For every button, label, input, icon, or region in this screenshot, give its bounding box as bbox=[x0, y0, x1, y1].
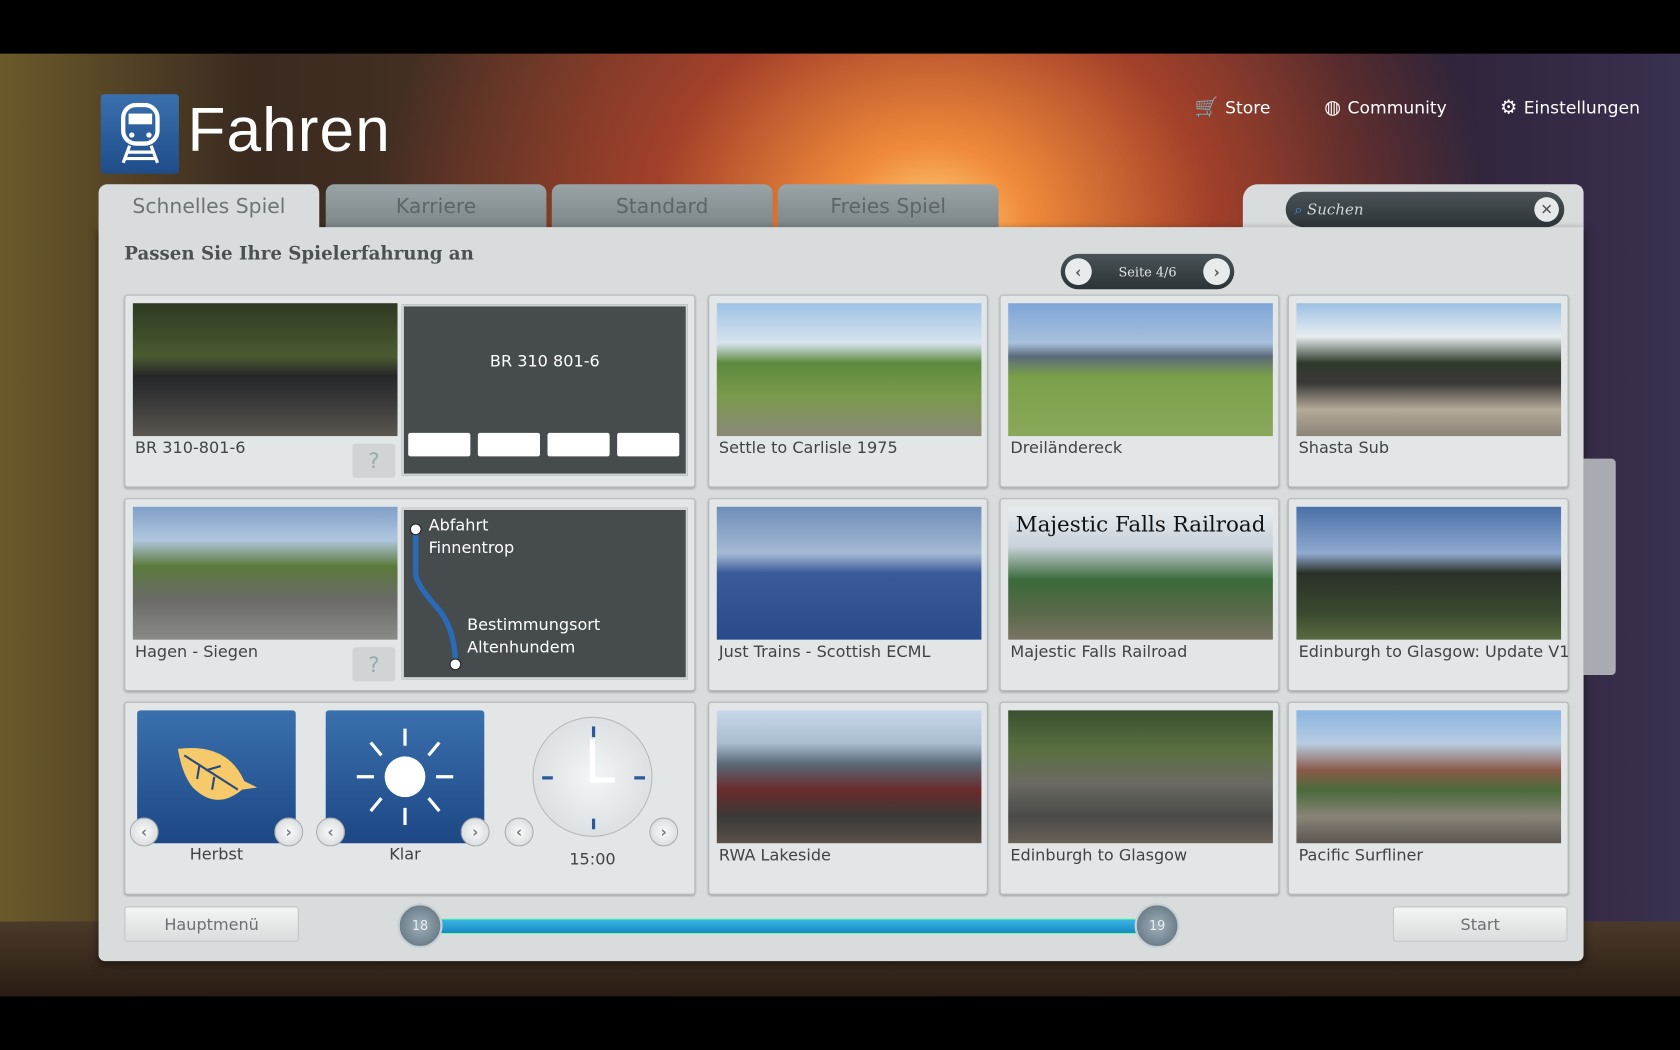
route-thumbnail bbox=[1008, 303, 1273, 437]
route-map-panel: Abfahrt Finnentrop Bestimmungsort Altenhun… bbox=[401, 507, 688, 680]
help-button[interactable]: ? bbox=[352, 647, 396, 682]
route-thumbnail bbox=[716, 710, 982, 844]
route-thumbnail bbox=[1296, 303, 1562, 437]
pager: ‹ Seite 4/6 › bbox=[1060, 253, 1235, 290]
route-thumbnail bbox=[716, 506, 982, 640]
route-title: Dreiländereck bbox=[1010, 438, 1123, 458]
slider-min-knob[interactable]: 18 bbox=[397, 903, 443, 949]
thumbnail-banner-text: Majestic Falls Railroad bbox=[1015, 511, 1266, 537]
departure-station: Finnentrop bbox=[428, 537, 515, 558]
route-thumbnail: Majestic Falls Railroad bbox=[1008, 506, 1273, 640]
route-name: Hagen - Siegen bbox=[135, 641, 259, 662]
route-thumbnail bbox=[1008, 710, 1273, 844]
route-card[interactable]: Edinburgh to Glasgow: Update V1 bbox=[1287, 498, 1570, 692]
wagon-icon bbox=[617, 432, 680, 457]
prev-time-button[interactable]: ‹ bbox=[504, 817, 534, 847]
sun-icon bbox=[356, 728, 454, 826]
route-card[interactable]: Majestic Falls Railroad Majestic Falls Ra… bbox=[999, 498, 1280, 692]
route-card[interactable]: Pacific Surfliner bbox=[1287, 701, 1569, 895]
time-label: 15:00 bbox=[569, 849, 616, 869]
consist-panel: BR 310 801-6 bbox=[401, 304, 688, 476]
search-icon: ⌕ bbox=[1294, 200, 1303, 219]
leaf-icon bbox=[177, 748, 258, 800]
route-thumbnail bbox=[132, 506, 398, 640]
consist-title: BR 310 801-6 bbox=[489, 351, 600, 371]
next-time-button[interactable]: › bbox=[649, 817, 679, 847]
weather-tile bbox=[325, 710, 485, 844]
tab-standard[interactable]: Standard bbox=[551, 184, 773, 229]
route-title: Pacific Surfliner bbox=[1298, 845, 1424, 865]
prev-page-button[interactable]: ‹ bbox=[1065, 258, 1092, 286]
next-season-button[interactable]: › bbox=[274, 817, 304, 847]
store-label: Store bbox=[1225, 97, 1271, 118]
main-menu-button[interactable]: Hauptmenü bbox=[124, 906, 299, 942]
clear-search-icon[interactable]: ✕ bbox=[1534, 197, 1559, 222]
tab-karriere[interactable]: Karriere bbox=[325, 184, 547, 229]
settings-link[interactable]: ⚙ Einstellungen bbox=[1500, 96, 1640, 119]
letterbox-bottom bbox=[0, 996, 1680, 1050]
season-label: Herbst bbox=[189, 844, 244, 864]
community-link[interactable]: ◍ Community bbox=[1324, 96, 1446, 119]
next-page-button[interactable]: › bbox=[1203, 258, 1231, 286]
clock-icon bbox=[532, 716, 653, 837]
season-tile bbox=[137, 710, 296, 844]
wagon-icon bbox=[408, 432, 471, 457]
destination-station: Altenhundem bbox=[467, 637, 576, 657]
route-title: Majestic Falls Railroad bbox=[1010, 641, 1188, 662]
help-button[interactable]: ? bbox=[352, 443, 396, 478]
route-thumbnail bbox=[716, 303, 982, 437]
route-title: RWA Lakeside bbox=[718, 845, 831, 865]
slider-max-knob[interactable]: 19 bbox=[1134, 903, 1180, 949]
route-title: Just Trains - Scottish ECML bbox=[718, 641, 931, 662]
start-button[interactable]: Start bbox=[1392, 906, 1568, 942]
wagon-icon bbox=[477, 432, 541, 457]
globe-icon: ◍ bbox=[1324, 96, 1342, 119]
route-card[interactable]: Shasta Sub bbox=[1287, 294, 1569, 488]
search-placeholder: Suchen bbox=[1306, 200, 1364, 219]
departure-label: Abfahrt bbox=[428, 515, 489, 535]
gear-icon: ⚙ bbox=[1500, 96, 1518, 119]
tab-schnelles-spiel[interactable]: Schnelles Spiel bbox=[98, 184, 320, 230]
store-link[interactable]: 🛒 Store bbox=[1195, 96, 1271, 119]
prev-season-button[interactable]: ‹ bbox=[129, 817, 159, 847]
route-card[interactable]: Dreiländereck bbox=[999, 294, 1280, 488]
conditions-card: ‹ › Herbst ‹ › Klar ‹ › 15:00 bbox=[124, 701, 696, 895]
route-card[interactable]: Just Trains - Scottish ECML bbox=[708, 498, 988, 692]
next-page-peek bbox=[1583, 458, 1616, 676]
route-title: Edinburgh to Glasgow bbox=[1010, 845, 1188, 865]
route-card[interactable]: RWA Lakeside bbox=[708, 701, 988, 895]
route-card[interactable]: Edinburgh to Glasgow bbox=[999, 701, 1280, 895]
loco-thumbnail bbox=[132, 303, 398, 437]
experience-slider[interactable] bbox=[420, 918, 1158, 935]
page-title: Fahren bbox=[187, 95, 391, 166]
search-input[interactable]: ⌕ Suchen ✕ bbox=[1285, 191, 1565, 228]
next-weather-button[interactable]: › bbox=[460, 817, 490, 847]
loco-selector-card[interactable]: BR 310-801-6 ? BR 310 801-6 bbox=[124, 294, 696, 488]
letterbox-top bbox=[0, 0, 1680, 54]
weather-label: Klar bbox=[389, 844, 421, 864]
route-selector-card[interactable]: Hagen - Siegen ? Abfahrt Finnentrop Besti… bbox=[124, 498, 696, 692]
route-thumbnail bbox=[1296, 710, 1562, 844]
route-card[interactable]: Settle to Carlisle 1975 bbox=[708, 294, 988, 488]
loco-name: BR 310-801-6 bbox=[135, 438, 246, 458]
route-title: Settle to Carlisle 1975 bbox=[718, 438, 898, 458]
community-label: Community bbox=[1347, 97, 1447, 118]
prev-weather-button[interactable]: ‹ bbox=[316, 817, 346, 847]
wagon-icon bbox=[547, 432, 610, 457]
cart-icon: 🛒 bbox=[1194, 96, 1219, 119]
destination-label: Bestimmungsort bbox=[467, 615, 601, 635]
page-indicator: Seite 4/6 bbox=[1118, 264, 1177, 280]
settings-label: Einstellungen bbox=[1523, 97, 1640, 118]
route-title: Shasta Sub bbox=[1298, 438, 1390, 458]
section-heading: Passen Sie Ihre Spielerfahrung an bbox=[124, 243, 474, 265]
train-logo-icon bbox=[100, 94, 179, 174]
route-thumbnail bbox=[1296, 506, 1562, 640]
tab-freies-spiel[interactable]: Freies Spiel bbox=[777, 184, 999, 229]
route-title: Edinburgh to Glasgow: Update V1 bbox=[1298, 641, 1570, 662]
